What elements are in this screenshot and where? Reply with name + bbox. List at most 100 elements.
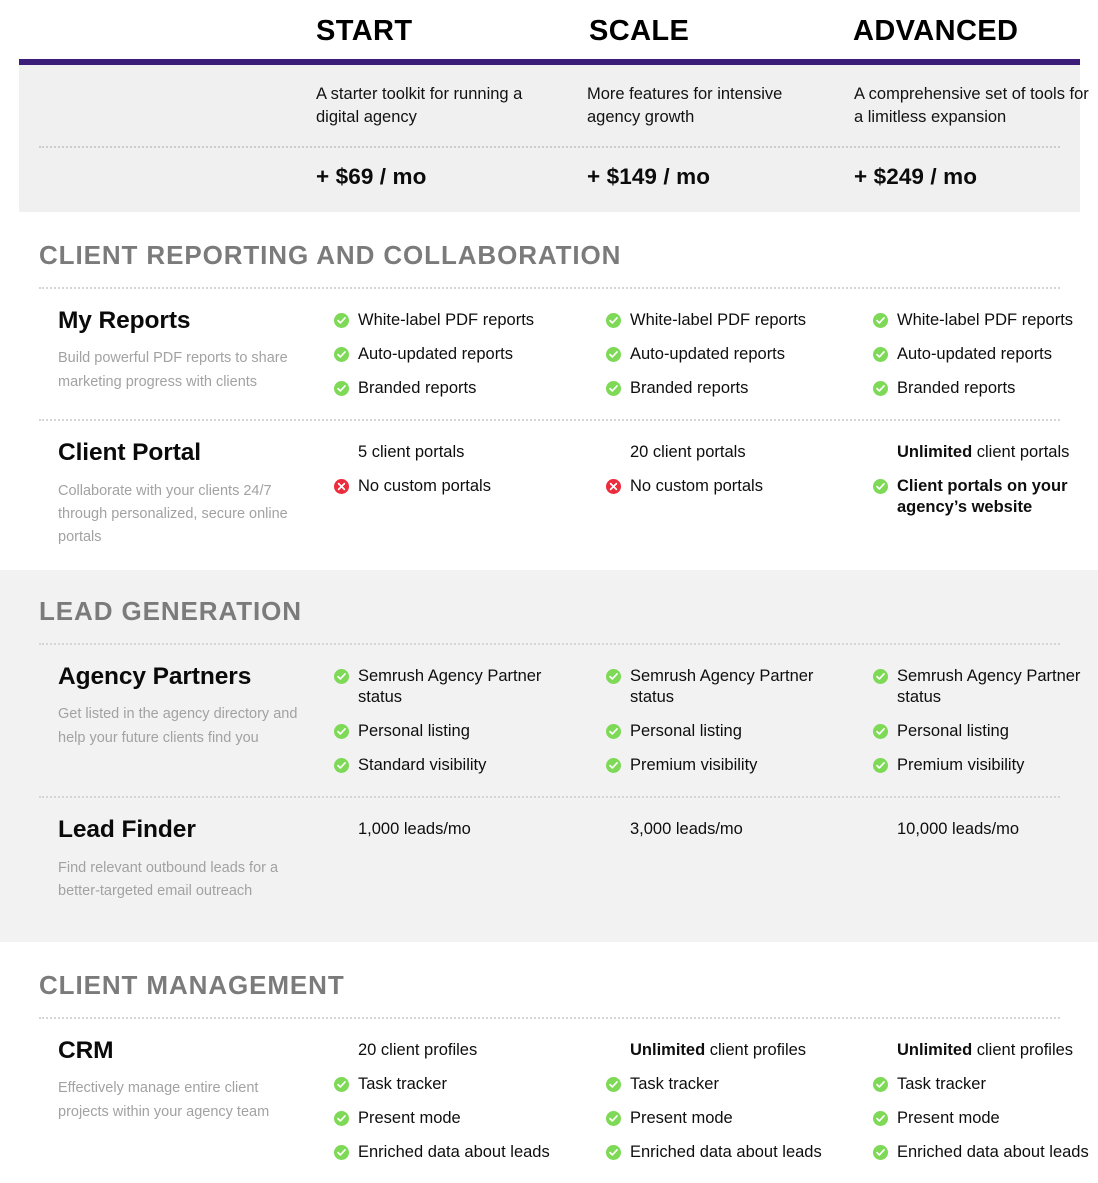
plan-cell-text: Semrush Agency Partner status (897, 666, 1081, 707)
plan-cell-item: 1,000 leads/mo (334, 819, 584, 840)
plan-cell-text: Premium visibility (630, 756, 758, 775)
plan-cell-text: White-label PDF reports (630, 310, 807, 329)
plan-cell-text: Unlimited client profiles (897, 1040, 1073, 1061)
feature-row: My Reports Build powerful PDF reports to … (19, 289, 1080, 419)
plan-cell-text: Unlimited client portals (897, 442, 1069, 463)
plan-cell: 1,000 leads/mo (316, 816, 584, 903)
cross-circle-icon (334, 479, 349, 495)
check-circle-icon (873, 380, 888, 396)
feature-info-cell: Agency Partners Get listed in the agency … (19, 663, 316, 776)
check-circle-icon (334, 312, 349, 328)
category-inner: CLIENT REPORTING AND COLLABORATION My Rep… (19, 212, 1080, 570)
plan-cell: Unlimited client portals Client portals o… (852, 439, 1098, 550)
plan-cell-item: No custom portals (606, 476, 852, 497)
plan-name: SCALE (589, 15, 690, 47)
plan-cell-items: 20 client portals No custom portals (606, 439, 852, 497)
plan-cell-item: 20 client portals (606, 442, 852, 463)
plan-cell-items: White-label PDF reports Auto-updated repo… (873, 307, 1098, 399)
plan-cell: 20 client portals No custom portals (584, 439, 852, 550)
category-title: CLIENT REPORTING AND COLLABORATION (39, 239, 622, 270)
emphasis-text: Unlimited (897, 443, 973, 462)
plan-cell: Semrush Agency Partner status Personal li… (584, 663, 852, 776)
feature-row: Agency Partners Get listed in the agency … (19, 645, 1080, 796)
plan-cell-item: Task tracker (334, 1074, 584, 1095)
plan-cell-item: 3,000 leads/mo (606, 819, 852, 840)
plan-cell-item: Branded reports (873, 378, 1098, 399)
category-inner: LEAD GENERATION Agency Partners Get listed… (19, 570, 1080, 924)
plan-price: + $149 / mo (587, 163, 711, 189)
check-circle-icon (606, 346, 621, 362)
plan-cell-items: Semrush Agency Partner status Personal li… (334, 663, 584, 776)
plan-header-advanced: ADVANCED (833, 15, 1098, 48)
check-circle-icon (873, 1076, 888, 1092)
plan-cell-text: White-label PDF reports (358, 310, 535, 329)
plan-summary-panel: A starter toolkit for running a digital … (19, 64, 1089, 212)
feature-subtitle: Collaborate with your clients 24/7 throu… (58, 482, 288, 546)
plan-cell-items: Unlimited client profiles Task tracker Pre… (606, 1037, 852, 1163)
plan-description-start: A starter toolkit for running a digital … (316, 83, 584, 130)
check-circle-icon (873, 1145, 888, 1161)
check-circle-icon (606, 380, 621, 396)
plan-cell-text: Branded reports (897, 378, 1016, 397)
plan-cell-item: No custom portals (334, 476, 584, 497)
sections-root: CLIENT REPORTING AND COLLABORATION My Rep… (0, 212, 1098, 1183)
plan-cell-text: Enriched data about leads (630, 1143, 822, 1162)
cross-circle-icon (606, 479, 621, 495)
plan-cell-items: Semrush Agency Partner status Personal li… (873, 663, 1098, 776)
check-circle-icon (334, 1145, 349, 1161)
check-circle-icon (606, 1145, 621, 1161)
plan-cell-text: Premium visibility (897, 756, 1025, 775)
plan-price: + $249 / mo (854, 163, 978, 189)
emphasis-text: Unlimited (897, 1040, 973, 1059)
check-circle-icon (334, 668, 349, 684)
check-circle-icon (606, 312, 621, 328)
plan-price-scale: + $149 / mo (584, 164, 852, 190)
plan-cell-item: White-label PDF reports (606, 310, 852, 331)
plan-description: A starter toolkit for running a digital … (316, 84, 523, 127)
plan-cell-text: Task tracker (358, 1074, 447, 1093)
feature-info-cell: Client Portal Collaborate with your clien… (19, 439, 316, 550)
plan-cell-item: Task tracker (873, 1074, 1098, 1095)
plan-cell-item: Unlimited client profiles (873, 1040, 1098, 1061)
plan-cell-item: Task tracker (606, 1074, 852, 1095)
plan-cell-item: Semrush Agency Partner status (334, 666, 584, 708)
plan-cell-text: 10,000 leads/mo (897, 820, 1020, 839)
check-circle-icon (873, 724, 888, 740)
plan-cell-text: White-label PDF reports (897, 310, 1074, 329)
plan-cell: Semrush Agency Partner status Personal li… (316, 663, 584, 776)
plan-cell-text: 5 client portals (358, 443, 465, 462)
plan-cell: 20 client profiles Task tracker Present mo… (316, 1037, 584, 1163)
plan-cell-text: Personal listing (897, 722, 1009, 741)
plan-header-scale: SCALE (565, 15, 833, 48)
check-circle-icon (334, 380, 349, 396)
plan-cell-items: 1,000 leads/mo (334, 816, 584, 840)
plan-cell-rest: client profiles (705, 1040, 807, 1059)
feature-row: Lead Finder Find relevant outbound leads … (19, 798, 1080, 923)
check-circle-icon (334, 758, 349, 774)
feature-row: CRM Effectively manage entire client proj… (19, 1019, 1089, 1183)
feature-info-cell: My Reports Build powerful PDF reports to … (19, 307, 316, 399)
plan-name: START (316, 15, 413, 47)
plan-cell-text: Personal listing (358, 722, 470, 741)
plan-cell-item: Unlimited client portals (873, 442, 1098, 463)
plan-cell-text: Branded reports (630, 378, 749, 397)
plan-cell-text: No custom portals (358, 477, 491, 496)
plan-cell-text: Auto-updated reports (358, 344, 514, 363)
plan-cell-text: Standard visibility (358, 756, 487, 775)
emphasis-text: Unlimited (630, 1040, 706, 1059)
plan-cell-items: White-label PDF reports Auto-updated repo… (606, 307, 852, 399)
plan-cell-items: Semrush Agency Partner status Personal li… (606, 663, 852, 776)
plan-cell-item: Standard visibility (334, 755, 584, 776)
plan-cell-text: 20 client portals (630, 443, 746, 462)
plan-cell-item: Auto-updated reports (606, 344, 852, 365)
plan-cell-text: Enriched data about leads (897, 1143, 1089, 1162)
plan-cell-item: White-label PDF reports (873, 310, 1098, 331)
plan-cell-text: 3,000 leads/mo (630, 820, 743, 839)
plan-cell-items: White-label PDF reports Auto-updated repo… (334, 307, 584, 399)
plan-cell-item: Semrush Agency Partner status (606, 666, 852, 708)
plan-cell-item: Premium visibility (873, 755, 1098, 776)
check-circle-icon (873, 346, 888, 362)
plan-cell-item: Present mode (606, 1108, 852, 1129)
plan-cell-text: Present mode (358, 1109, 461, 1128)
